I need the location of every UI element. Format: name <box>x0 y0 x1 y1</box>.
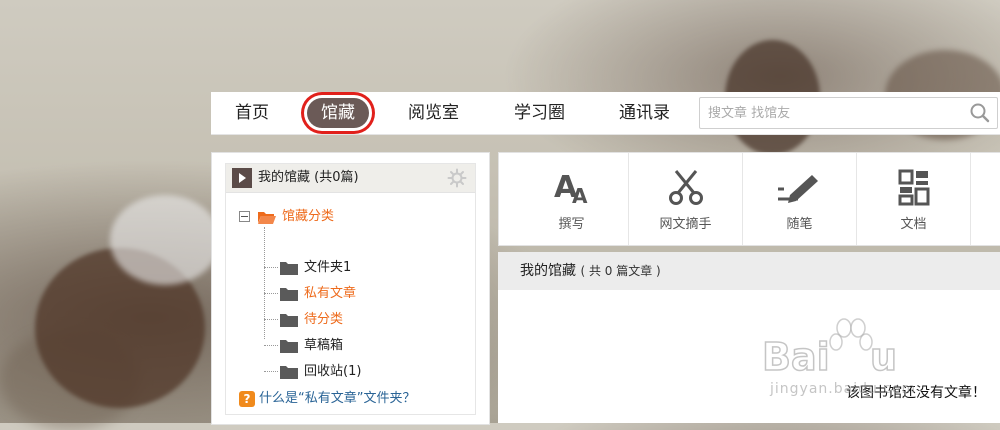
essay-label: 随笔 <box>786 217 813 232</box>
write-label: 撰写 <box>558 217 585 232</box>
nav-study-circle[interactable]: 学习圈 <box>514 98 565 128</box>
folder-icon <box>280 339 298 353</box>
nav-contacts[interactable]: 通讯录 <box>619 98 670 128</box>
background-horse-white <box>110 195 220 285</box>
pen-icon <box>777 175 818 203</box>
nav-collection[interactable]: 馆藏 <box>307 98 369 128</box>
folder-icon <box>280 313 298 327</box>
document-button[interactable]: 文档 <box>857 153 971 245</box>
folder-icon <box>280 365 298 379</box>
folder-item[interactable]: 文件夹1 <box>264 257 351 279</box>
collection-panel: 我的馆藏 ( 共 0 篇文章 ) 该图书馆还没有文章！ <box>498 252 1000 423</box>
write-button[interactable]: A A 撰写 <box>515 153 629 245</box>
gear-icon[interactable] <box>447 168 467 188</box>
create-toolbar: A A 撰写 网文摘手 随笔 文档 <box>498 152 1000 246</box>
write-icon: A A <box>554 170 588 207</box>
folder-open-icon <box>258 210 276 224</box>
folder-label: 文件夹1 <box>304 260 352 275</box>
folder-label: 待分类 <box>304 312 344 327</box>
collection-header: 我的馆藏 ( 共 0 篇文章 ) <box>498 252 1000 290</box>
folder-label: 草稿箱 <box>304 338 344 353</box>
folder-item-drafts[interactable]: 草稿箱 <box>264 335 343 357</box>
collection-count: ( 共 0 篇文章 ) <box>580 264 661 278</box>
essay-button[interactable]: 随笔 <box>743 153 857 245</box>
folder-icon <box>280 261 298 275</box>
question-icon: ? <box>239 390 255 407</box>
collection-tree-box: 我的馆藏 (共0篇) 馆藏分类 文件夹1 私有文章 待分类 草稿箱 回收站(1)… <box>225 163 476 415</box>
nav-home[interactable]: 首页 <box>235 98 269 128</box>
folder-label: 回收站(1) <box>304 364 362 379</box>
help-link-text: 什么是“私有文章”文件夹？ <box>259 391 416 406</box>
scissors-icon <box>668 170 703 205</box>
search-box <box>699 97 998 129</box>
clip-label: 网文摘手 <box>659 217 712 232</box>
folder-item-trash[interactable]: 回收站(1) <box>264 361 361 383</box>
top-nav: 首页 馆藏 阅览室 学习圈 通讯录 <box>211 92 1000 135</box>
document-icon <box>898 169 929 206</box>
folder-item-private[interactable]: 私有文章 <box>264 283 356 305</box>
folder-item-unsorted[interactable]: 待分类 <box>264 309 343 331</box>
play-icon[interactable] <box>232 168 252 188</box>
collection-sidebar: 我的馆藏 (共0篇) 馆藏分类 文件夹1 私有文章 待分类 草稿箱 回收站(1)… <box>211 152 490 425</box>
private-folder-help-link[interactable]: ? 什么是“私有文章”文件夹？ <box>239 389 415 409</box>
clip-button[interactable]: 网文摘手 <box>629 153 743 245</box>
collapse-icon[interactable] <box>239 211 250 222</box>
folder-icon <box>280 287 298 301</box>
document-label: 文档 <box>900 217 927 232</box>
collection-title: 我的馆藏 <box>520 263 576 279</box>
collection-tree-title: 我的馆藏 (共0篇) <box>258 170 359 185</box>
tree-root-item[interactable]: 馆藏分类 <box>239 207 334 227</box>
search-input[interactable] <box>706 98 960 128</box>
folder-label: 私有文章 <box>304 286 357 301</box>
search-icon[interactable] <box>969 102 991 124</box>
svg-text:A: A <box>572 184 588 207</box>
watermark-url: jingyan.baidu.com <box>770 381 917 397</box>
nav-reading-room[interactable]: 阅览室 <box>408 98 459 128</box>
tree-root-label: 馆藏分类 <box>282 209 335 224</box>
collection-tree-header: 我的馆藏 (共0篇) <box>226 164 475 193</box>
